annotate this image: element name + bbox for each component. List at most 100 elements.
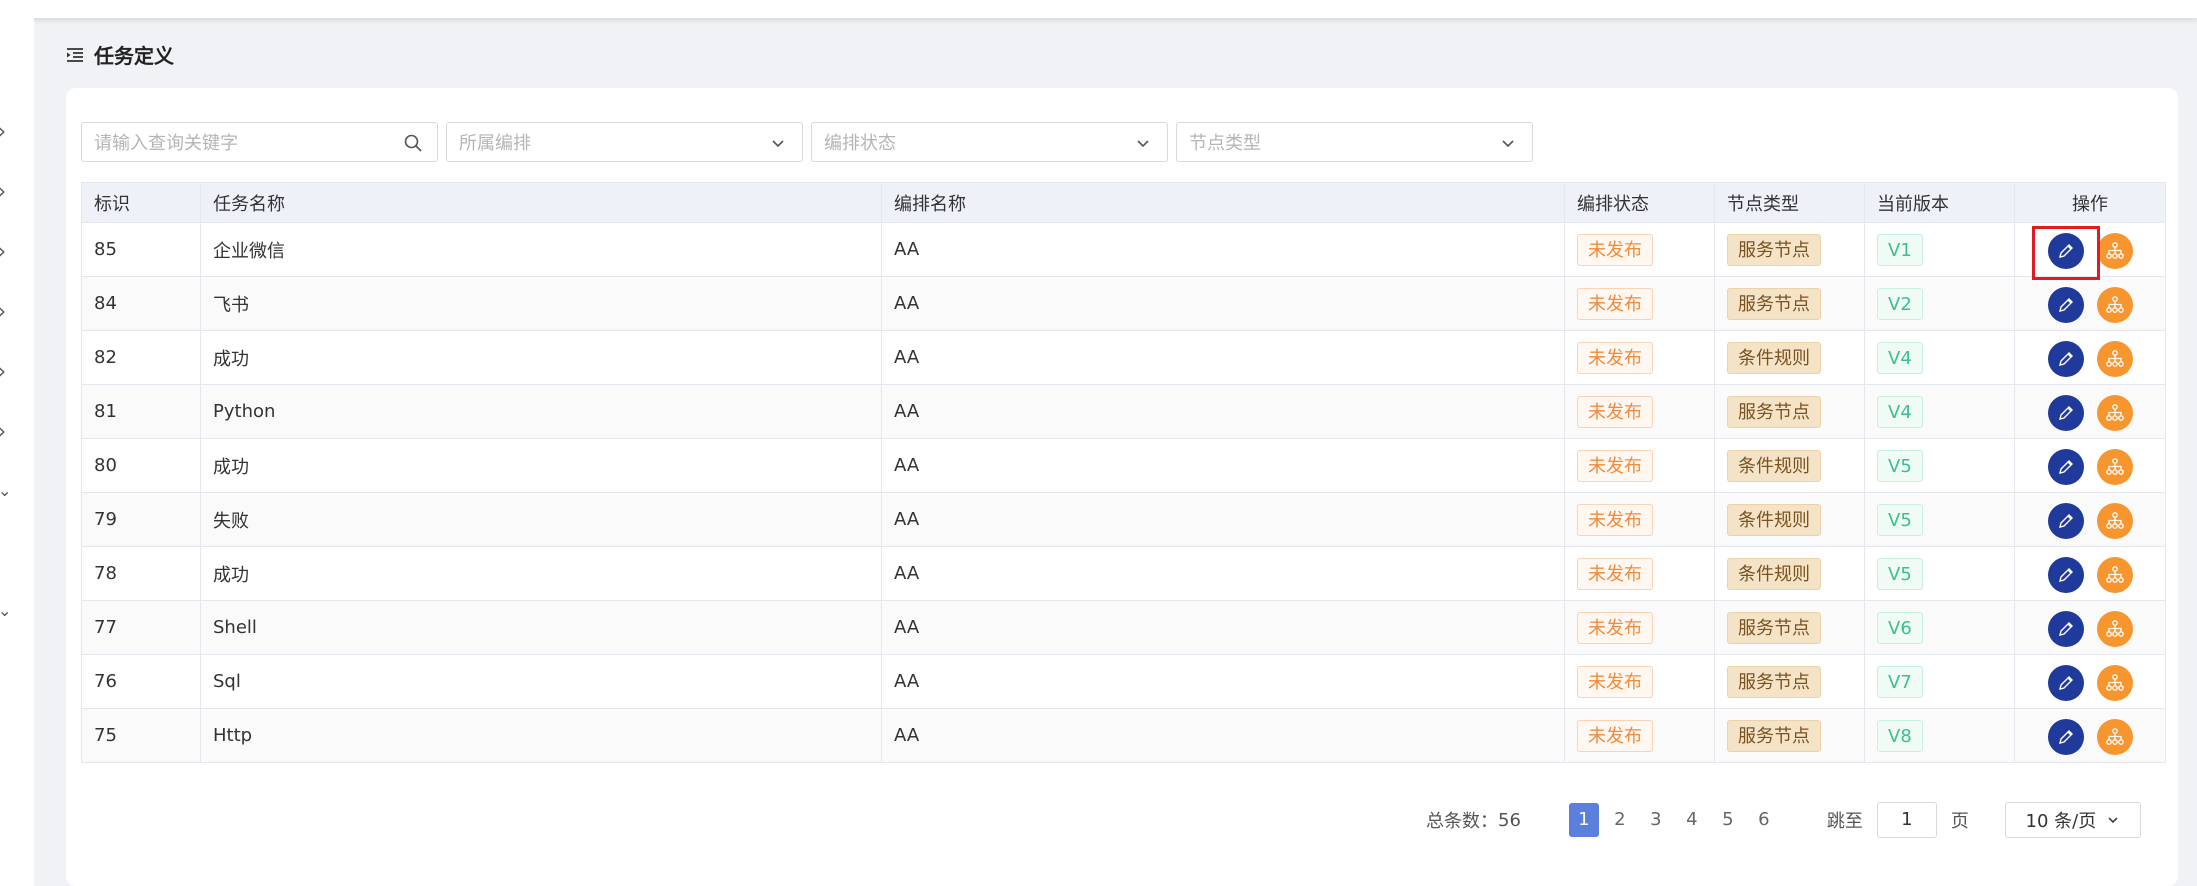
chevron-right-icon[interactable]: › [0,421,16,441]
table-row[interactable]: 78 成功 AA 未发布 条件规则 V5 [81,546,2166,601]
hierarchy-icon [2106,728,2124,745]
edit-button[interactable] [2048,557,2084,593]
hierarchy-icon [2106,350,2124,367]
table-row[interactable]: 76 Sql AA 未发布 服务节点 V7 [81,654,2166,709]
workflow-button[interactable] [2097,449,2133,485]
cell-orchestration: AA [881,438,1565,493]
edit-button[interactable] [2048,341,2084,377]
header-node-type[interactable]: 节点类型 [1714,182,1865,223]
table-row[interactable]: 77 Shell AA 未发布 服务节点 V6 [81,600,2166,655]
table-row[interactable]: 75 Http AA 未发布 服务节点 V8 [81,708,2166,763]
chevron-right-icon[interactable]: › [0,241,16,261]
workflow-button[interactable] [2097,557,2133,593]
filter-bar: 请输入查询关键字 所属编排 编排状态 节点类型 [81,122,1533,162]
chevron-right-icon[interactable]: › [0,121,16,141]
cell-version: V5 [1864,438,2015,493]
cell-status: 未发布 [1564,546,1715,601]
workflow-button[interactable] [2097,287,2133,323]
jump-input[interactable]: 1 [1876,802,1937,838]
cell-orchestration: AA [881,384,1565,439]
workflow-button[interactable] [2097,665,2133,701]
cell-status: 未发布 [1564,600,1715,655]
cell-orchestration: AA [881,330,1565,385]
pencil-icon [2059,298,2073,312]
edit-button[interactable] [2048,719,2084,755]
cell-task-name: Sql [200,654,882,709]
workflow-button[interactable] [2097,503,2133,539]
workflow-button[interactable] [2097,341,2133,377]
cell-id: 81 [81,384,201,439]
version-badge: V6 [1877,611,1923,644]
cell-id: 76 [81,654,201,709]
page-number[interactable]: 3 [1641,803,1671,837]
pencil-icon [2059,460,2073,474]
search-input[interactable]: 请输入查询关键字 [81,122,438,162]
chevron-right-icon[interactable]: › [0,181,16,201]
workflow-button[interactable] [2097,395,2133,431]
page-number[interactable]: 6 [1749,803,1779,837]
hierarchy-icon [2106,674,2124,691]
top-bar [0,0,2197,18]
status-badge: 未发布 [1577,287,1653,320]
hierarchy-icon [2106,404,2124,421]
page-number[interactable]: 2 [1605,803,1635,837]
hierarchy-icon [2106,242,2124,259]
node-type-badge: 服务节点 [1727,611,1821,644]
cell-version: V5 [1864,546,2015,601]
workflow-button[interactable] [2097,719,2133,755]
orchestration-placeholder: 所属编排 [459,133,531,154]
header-status[interactable]: 编排状态 [1564,182,1715,223]
cell-version: V4 [1864,384,2015,439]
status-badge: 未发布 [1577,557,1653,590]
page-number[interactable]: 1 [1568,803,1599,837]
table-row[interactable]: 82 成功 AA 未发布 条件规则 V4 [81,330,2166,385]
chevron-down-icon[interactable]: ⌄ [0,602,16,620]
edit-button[interactable] [2048,449,2084,485]
workflow-button[interactable] [2097,233,2133,269]
pencil-icon [2059,622,2073,636]
cell-version: V2 [1864,276,2015,331]
node-type-badge: 条件规则 [1727,341,1821,374]
table-row[interactable]: 79 失败 AA 未发布 条件规则 V5 [81,492,2166,547]
edit-button[interactable] [2048,611,2084,647]
header-orchestration-name[interactable]: 编排名称 [881,182,1565,223]
cell-actions [2014,654,2166,709]
table-row[interactable]: 80 成功 AA 未发布 条件规则 V5 [81,438,2166,493]
table-row[interactable]: 81 Python AA 未发布 服务节点 V4 [81,384,2166,439]
table-header-row: 标识 任务名称 编排名称 编排状态 节点类型 当前版本 操作 [81,182,2166,223]
chevron-right-icon[interactable]: › [0,361,16,381]
cell-actions [2014,708,2166,763]
search-icon[interactable] [403,133,423,153]
edit-button[interactable] [2048,503,2084,539]
header-task-name[interactable]: 任务名称 [200,182,882,223]
page-header: 任务定义 [66,40,174,69]
page-number[interactable]: 4 [1677,803,1707,837]
status-select[interactable]: 编排状态 [811,122,1168,162]
chevron-right-icon[interactable]: › [0,301,16,321]
version-badge: V7 [1877,665,1923,698]
edit-button[interactable] [2048,233,2084,269]
cell-task-name: Http [200,708,882,763]
chevron-down-icon[interactable]: ⌄ [0,482,16,500]
hierarchy-icon [2106,296,2124,313]
cell-id: 84 [81,276,201,331]
edit-button[interactable] [2048,287,2084,323]
pencil-icon [2059,730,2073,744]
page-size-select[interactable]: 10 条/页 [2004,802,2141,838]
header-version[interactable]: 当前版本 [1864,182,2015,223]
cell-node-type: 条件规则 [1714,492,1865,547]
edit-button[interactable] [2048,395,2084,431]
page-number[interactable]: 5 [1713,803,1743,837]
node-type-select[interactable]: 节点类型 [1176,122,1533,162]
edit-button[interactable] [2048,665,2084,701]
cell-version: V8 [1864,708,2015,763]
cell-status: 未发布 [1564,276,1715,331]
orchestration-select[interactable]: 所属编排 [446,122,803,162]
table-row[interactable]: 84 飞书 AA 未发布 服务节点 V2 [81,276,2166,331]
workflow-button[interactable] [2097,611,2133,647]
header-id[interactable]: 标识 [81,182,201,223]
table-row[interactable]: 85 企业微信 AA 未发布 服务节点 V1 [81,222,2166,277]
status-badge: 未发布 [1577,719,1653,752]
status-badge: 未发布 [1577,233,1653,266]
version-badge: V5 [1877,449,1923,482]
